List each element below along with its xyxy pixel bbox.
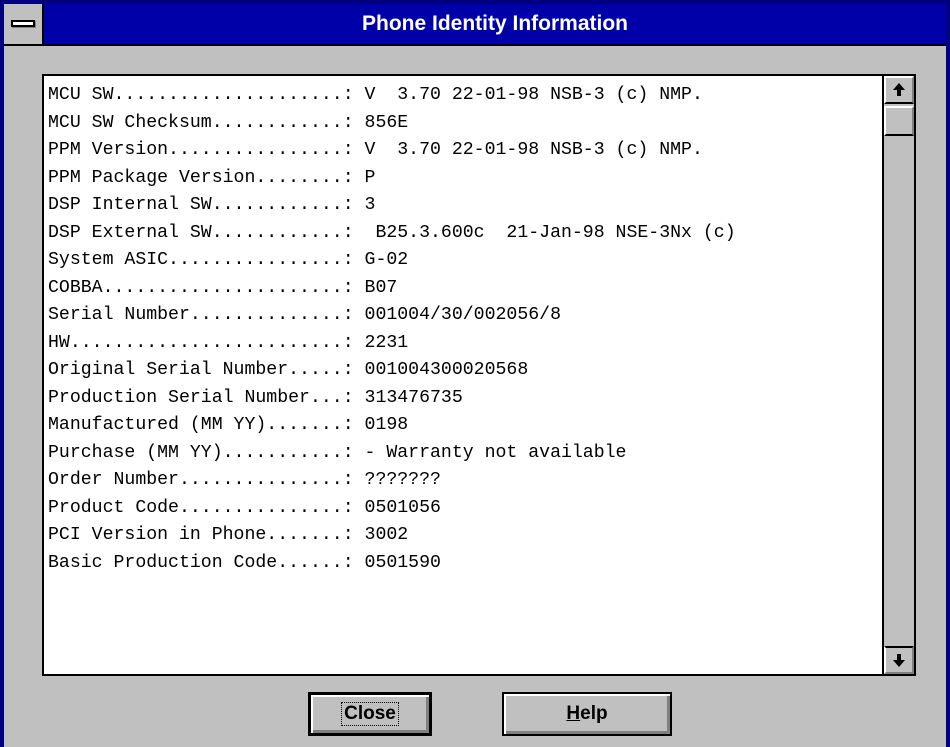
info-value: 001004/30/002056/8 [353,305,561,325]
info-label: System ASIC................ [48,250,343,270]
info-label: Order Number............... [48,470,343,490]
scroll-thumb[interactable] [884,106,914,136]
info-line: PCI Version in Phone.......: 3002 [48,522,874,550]
close-button[interactable]: Close [308,692,432,736]
info-separator: : [342,277,354,298]
info-line: MCU SW.....................: V 3.70 22-0… [48,82,874,110]
info-line: Production Serial Number...: 313476735 [48,385,874,413]
info-line: COBBA......................: B07 [48,275,874,303]
info-line: Order Number...............: ??????? [48,467,874,495]
down-arrow-glyph [893,654,905,667]
info-label: Serial Number.............. [48,305,343,325]
vertical-scrollbar[interactable] [882,76,914,674]
info-line: DSP Internal SW............: 3 [48,192,874,220]
info-value: B07 [353,277,398,298]
info-value: V 3.70 22-01-98 NSB-3 (c) NMP. [353,85,703,105]
info-value: - Warranty not available [353,442,627,463]
info-value: V 3.70 22-01-98 NSB-3 (c) NMP. [353,140,703,160]
info-lines: MCU SW.....................: V 3.70 22-0… [48,82,874,577]
info-label: COBBA...................... [48,277,343,298]
info-line: Purchase (MM YY)...........: - Warranty … [48,440,874,468]
info-line: Basic Production Code......: 0501590 [48,550,874,578]
info-value: G-02 [353,250,409,270]
info-line: MCU SW Checksum............: 856E [48,110,874,138]
up-arrow-glyph [893,83,905,96]
info-line: HW.........................: 2231 [48,330,874,358]
help-label-rest: elp [580,703,608,724]
help-button[interactable]: Help [502,692,672,736]
help-mnemonic: H [566,703,581,724]
info-value: 3002 [353,525,409,545]
info-separator: : [342,387,354,408]
info-line: Original Serial Number.....: 00100430002… [48,357,874,385]
info-label: DSP External SW............ [48,222,343,243]
info-line: Serial Number..............: 001004/30/0… [48,302,874,330]
info-value: 0198 [353,415,409,435]
info-label: HW......................... [48,332,343,353]
info-separator: : [342,250,354,270]
info-value: ??????? [353,470,441,490]
info-label: PPM Version................ [48,140,343,160]
info-separator: : [342,470,354,490]
info-line: System ASIC................: G-02 [48,247,874,275]
identity-info-listbox[interactable]: MCU SW.....................: V 3.70 22-0… [42,74,916,676]
info-line: PPM Package Version........: P [48,165,874,193]
system-menu-bar [11,20,35,27]
info-separator: : [342,360,354,380]
info-value: 0501056 [353,497,441,518]
info-label: Basic Production Code...... [48,552,343,573]
info-label: MCU SW..................... [48,85,343,105]
info-separator: : [342,415,354,435]
info-label: Product Code............... [48,497,343,518]
info-line: Product Code...............: 0501056 [48,495,874,523]
info-separator: : [342,552,354,573]
info-label: DSP Internal SW............ [48,195,343,215]
info-separator: : [342,167,354,188]
system-menu-icon[interactable] [4,4,44,44]
scroll-down-arrow-icon[interactable] [884,646,914,674]
info-separator: : [342,85,354,105]
help-button-label: Help [566,703,607,725]
info-value: 2231 [353,332,409,353]
info-label: Manufactured (MM YY)....... [48,415,343,435]
info-label: MCU SW Checksum............ [48,112,343,133]
info-separator: : [342,305,354,325]
info-line: Manufactured (MM YY).......: 0198 [48,412,874,440]
info-line: DSP External SW............: B25.3.600c … [48,220,874,248]
info-separator: : [342,195,354,215]
info-value: 856E [353,112,409,133]
info-separator: : [342,112,354,133]
info-label: PPM Package Version........ [48,167,343,188]
info-value: 313476735 [353,387,463,408]
info-value: 001004300020568 [353,360,529,380]
close-button-label: Close [341,702,399,726]
phone-identity-window: Phone Identity Information MCU SW.......… [0,0,950,747]
info-line: PPM Version................: V 3.70 22-0… [48,137,874,165]
info-separator: : [342,332,354,353]
info-label: Production Serial Number... [48,387,343,408]
info-label: PCI Version in Phone....... [48,525,343,545]
info-separator: : [342,222,354,243]
info-value: 0501590 [353,552,441,573]
info-value: P [353,167,376,188]
info-value: 3 [353,195,376,215]
window-title: Phone Identity Information [362,12,628,35]
title-bar[interactable]: Phone Identity Information [4,4,946,46]
info-label: Original Serial Number..... [48,360,343,380]
info-value: B25.3.600c 21-Jan-98 NSE-3Nx (c) [353,222,736,243]
scroll-up-arrow-icon[interactable] [884,76,914,104]
info-separator: : [342,525,354,545]
info-separator: : [342,497,354,518]
info-label: Purchase (MM YY)........... [48,442,343,463]
info-separator: : [342,140,354,160]
info-separator: : [342,442,354,463]
